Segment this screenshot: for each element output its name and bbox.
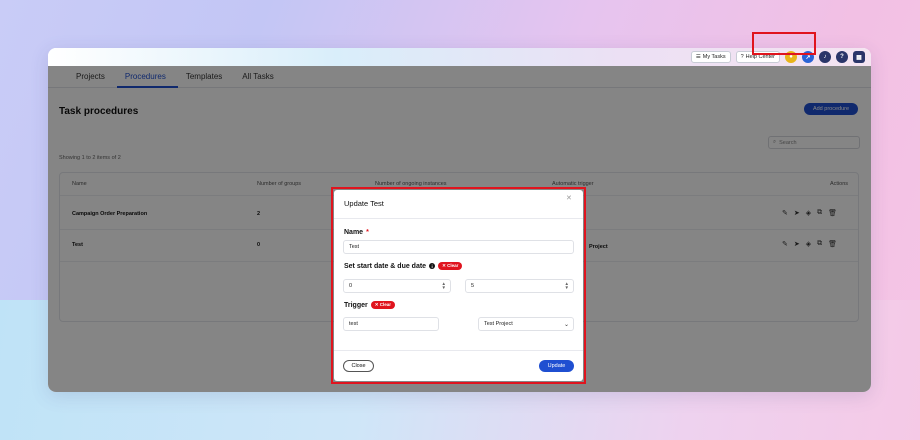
list-icon: ☰ [695, 54, 701, 60]
help-icon[interactable]: ? [836, 51, 848, 63]
grid-icon[interactable]: ▦ [853, 51, 865, 63]
dialog-highlight [331, 187, 586, 384]
question-icon: ? [740, 54, 744, 60]
my-tasks-button[interactable]: ☰ My Tasks [690, 51, 731, 63]
add-procedure-highlight [752, 32, 816, 55]
top-bar: ☰ My Tasks ? Help Center ● ↗ ♪ ? ▦ [48, 48, 871, 66]
bell-icon[interactable]: ♪ [819, 51, 831, 63]
